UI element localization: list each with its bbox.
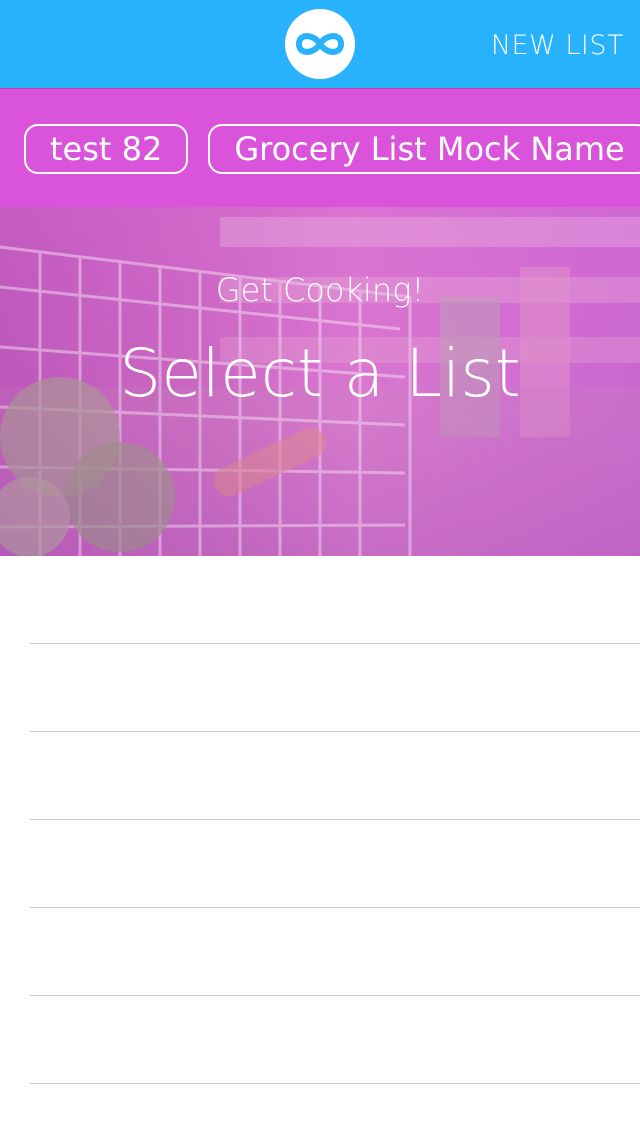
new-list-button[interactable]: NEW LIST: [491, 26, 624, 66]
list-row[interactable]: [30, 996, 640, 1084]
list-chip-grocery-list[interactable]: Grocery List Mock Name: [208, 124, 640, 174]
list-row[interactable]: [30, 644, 640, 732]
list-row[interactable]: [30, 732, 640, 820]
list-table: [0, 556, 640, 1084]
top-nav-bar: NEW LIST: [0, 0, 640, 88]
hero-subtitle: Get Cooking!: [215, 271, 425, 309]
app-logo[interactable]: [285, 9, 355, 79]
list-row[interactable]: [30, 820, 640, 908]
hero-banner: Get Cooking! Select a List: [0, 207, 640, 556]
list-row[interactable]: [30, 556, 640, 644]
list-row[interactable]: [30, 908, 640, 996]
list-chip-test-82[interactable]: test 82: [24, 124, 189, 174]
list-chips: test 82 Grocery List Mock Name: [24, 124, 640, 174]
app-screen: NEW LIST test 82 Grocery List Mock Name: [0, 0, 640, 1136]
list-chip-bar: test 82 Grocery List Mock Name: [0, 88, 640, 207]
hero-title: Select a List: [119, 335, 521, 412]
infinity-icon: [296, 33, 344, 55]
